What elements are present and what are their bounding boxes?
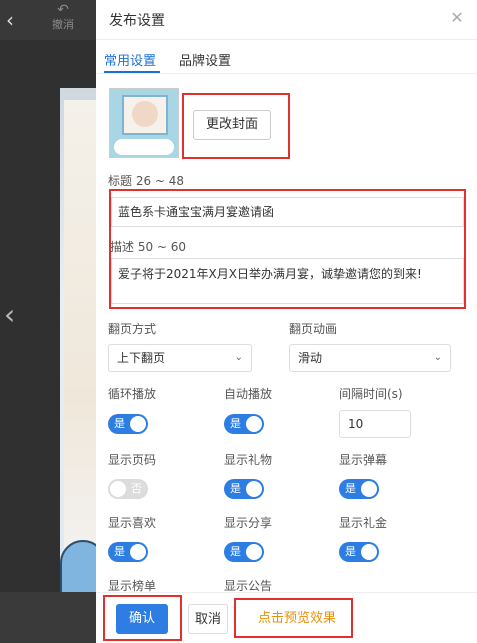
like-toggle[interactable]: 是 (108, 542, 148, 562)
page-number-toggle[interactable]: 否 (108, 479, 148, 499)
title-label: 标题 26 ~ 48 (108, 174, 185, 188)
loop-toggle[interactable]: 是 (108, 414, 148, 434)
editor-bottom-bar (0, 592, 96, 643)
preview-button[interactable]: 点击预览效果 (244, 606, 350, 632)
gift-toggle[interactable]: 是 (224, 479, 264, 499)
interval-label: 间隔时间(s) (339, 387, 403, 401)
flip-mode-label: 翻页方式 (108, 322, 157, 336)
cancel-button[interactable]: 取消 (188, 604, 228, 634)
confirm-button[interactable]: 确认 (116, 604, 168, 634)
autoplay-toggle[interactable]: 是 (224, 414, 264, 434)
money-gift-toggle[interactable]: 是 (339, 542, 379, 562)
undo-label: 撤消 (52, 18, 74, 31)
prev-page-icon[interactable]: ‹ (4, 300, 15, 330)
danmaku-label: 显示弹幕 (339, 453, 388, 467)
panel-title: 发布设置 (109, 13, 165, 29)
panel-header: 发布设置 ✕ (96, 0, 477, 40)
change-cover-button[interactable]: 更改封面 (193, 110, 271, 140)
flip-animation-select[interactable]: 滑动 ⌄ (289, 344, 451, 372)
flip-mode-select[interactable]: 上下翻页 ⌄ (108, 344, 252, 372)
canvas-page (64, 100, 96, 598)
cover-thumbnail (109, 88, 179, 158)
undo-button[interactable]: ↶ 撤消 (46, 2, 80, 38)
flip-mode-value: 上下翻页 (117, 351, 166, 365)
gift-label: 显示礼物 (224, 453, 273, 467)
publish-settings-panel: 发布设置 ✕ 常用设置 品牌设置 更改封面 标题 26 ~ 48 蓝色系卡通宝宝… (96, 0, 477, 643)
page-number-label: 显示页码 (108, 453, 157, 467)
tab-active-indicator (104, 71, 160, 73)
title-input[interactable]: 蓝色系卡通宝宝满月宴邀请函 (111, 197, 464, 227)
money-gift-label: 显示礼金 (339, 516, 388, 530)
settings-tabs: 常用设置 品牌设置 (96, 40, 477, 74)
flip-animation-label: 翻页动画 (289, 322, 338, 336)
loop-label: 循环播放 (108, 387, 157, 401)
description-input[interactable]: 爱子将于2021年X月X日举办满月宴，诚挚邀请您的到来! (111, 258, 464, 304)
tab-brand-settings[interactable]: 品牌设置 (179, 50, 231, 69)
tab-common-settings[interactable]: 常用设置 (104, 50, 156, 69)
flip-animation-value: 滑动 (298, 351, 323, 365)
interval-input[interactable]: 10 (339, 410, 411, 438)
autoplay-label: 自动播放 (224, 387, 273, 401)
share-label: 显示分享 (224, 516, 273, 530)
chevron-down-icon: ⌄ (433, 352, 442, 363)
undo-icon: ↶ (57, 2, 69, 18)
close-icon[interactable]: ✕ (447, 8, 467, 28)
chevron-down-icon: ⌄ (234, 352, 243, 363)
share-toggle[interactable]: 是 (224, 542, 264, 562)
like-label: 显示喜欢 (108, 516, 157, 530)
description-label: 描述 50 ~ 60 (110, 240, 187, 254)
back-icon[interactable]: ‹ (6, 8, 26, 32)
danmaku-toggle[interactable]: 是 (339, 479, 379, 499)
